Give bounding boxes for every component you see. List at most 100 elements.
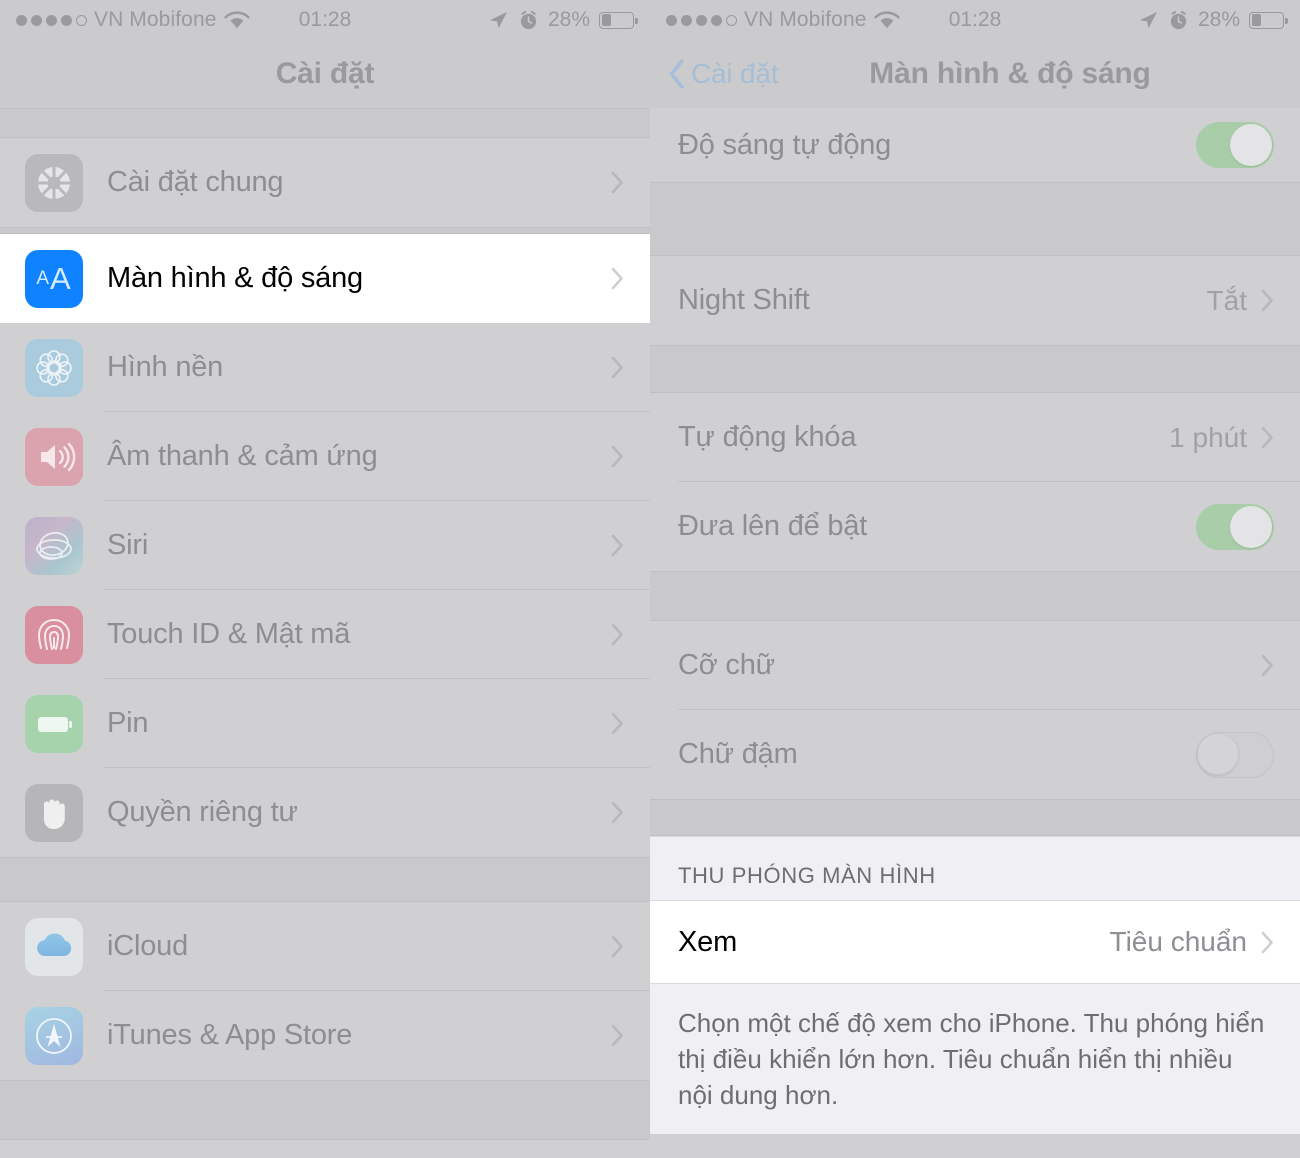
sidebar-item-quyen-rieng-tu[interactable]: Quyền riêng tư (0, 768, 650, 857)
chevron-right-icon (611, 623, 623, 646)
section-header-display-zoom: THU PHÓNG MÀN HÌNH (650, 836, 1300, 901)
sidebar-item-pin[interactable]: Pin (0, 679, 650, 768)
carrier-name: VN Mobifone (744, 8, 867, 31)
auto-brightness-toggle[interactable] (1196, 122, 1274, 168)
wifi-icon (223, 10, 250, 28)
night-shift-value: Tắt (1206, 284, 1247, 316)
app-store-icon (25, 1006, 83, 1065)
carrier-name: VN Mobifone (94, 8, 217, 31)
sidebar-item-hinh-nen[interactable]: Hình nền (0, 323, 650, 412)
row-night-shift[interactable]: Night Shift Tắt (650, 256, 1300, 345)
sidebar-item-cai-dat-chung[interactable]: Cài đặt chung (0, 138, 650, 227)
chevron-right-icon (611, 801, 623, 824)
chevron-left-icon (669, 59, 684, 89)
sidebar-item-label: Âm thanh & cảm ứng (107, 440, 378, 472)
status-bar-carrier-group: VN Mobifone (16, 8, 250, 32)
chevron-right-icon (611, 1024, 623, 1047)
status-bar-right-group: 28% (1137, 8, 1288, 32)
settings-list-left: Cài đặt chung AA Màn hình & độ sáng Hình… (0, 108, 650, 1140)
sidebar-item-touch-id-mat-ma[interactable]: Touch ID & Mật mã (0, 590, 650, 679)
row-label: Xem (678, 925, 738, 958)
gear-icon (25, 153, 83, 212)
sidebar-item-itunes-app-store[interactable]: iTunes & App Store (0, 991, 650, 1080)
signal-dot (31, 14, 42, 26)
row-auto-lock[interactable]: Tự động khóa 1 phút (650, 393, 1300, 482)
back-button[interactable]: Cài đặt (650, 58, 779, 90)
list-gap (650, 571, 1300, 621)
list-gap (0, 1080, 650, 1140)
status-bar-left: VN Mobifone 01:28 28% (0, 0, 650, 40)
sidebar-item-icloud[interactable]: iCloud (0, 902, 650, 991)
wifi-icon (873, 10, 900, 28)
raise-to-wake-toggle[interactable] (1196, 503, 1274, 550)
chevron-right-icon (1261, 426, 1273, 449)
cloud-icon (25, 917, 83, 976)
chevron-right-icon (611, 171, 623, 194)
sidebar-item-man-hinh-do-sang[interactable]: AA Màn hình & độ sáng (0, 234, 650, 323)
auto-lock-value: 1 phút (1169, 421, 1247, 453)
chevron-right-icon (1261, 931, 1273, 953)
battery-icon (599, 11, 638, 29)
bold-text-toggle[interactable] (1196, 731, 1274, 778)
row-auto-brightness[interactable]: Độ sáng tự động (650, 108, 1300, 182)
page-title-settings: Cài đặt (275, 57, 375, 90)
row-bold-text[interactable]: Chữ đậm (650, 710, 1300, 799)
location-arrow-icon (489, 12, 507, 28)
status-bar-carrier-group: VN Mobifone (666, 8, 900, 32)
status-bar-right: VN Mobifone 01:28 28% (650, 0, 1300, 40)
chevron-right-icon (611, 356, 623, 379)
fingerprint-icon (25, 605, 83, 664)
row-label: Độ sáng tự động (678, 128, 892, 161)
sidebar-item-label: Touch ID & Mật mã (107, 618, 351, 650)
alarm-clock-icon (520, 10, 537, 29)
list-gap (650, 799, 1300, 836)
location-arrow-icon (1139, 12, 1157, 28)
battery-icon (25, 694, 83, 753)
speaker-icon (25, 427, 83, 486)
battery-percent-label: 28% (547, 8, 590, 31)
display-aa-icon: AA (25, 249, 83, 308)
sidebar-item-label: Cài đặt chung (107, 166, 284, 198)
signal-dot (711, 14, 722, 26)
chevron-right-icon (611, 935, 623, 958)
signal-dot-empty (726, 14, 737, 26)
row-label: Tự động khóa (678, 421, 857, 453)
wallpaper-flower-icon (25, 338, 83, 397)
section-footer-display-zoom: Chọn một chế độ xem cho iPhone. Thu phón… (650, 983, 1300, 1134)
signal-dot (16, 14, 27, 26)
display-zoom-section: THU PHÓNG MÀN HÌNH Xem Tiêu chuẩn Chọn m… (650, 836, 1300, 1134)
sidebar-item-am-thanh-cam-ung[interactable]: Âm thanh & cảm ứng (0, 412, 650, 501)
row-view[interactable]: Xem Tiêu chuẩn (650, 901, 1300, 983)
sidebar-item-label: Pin (107, 707, 149, 739)
signal-dot (696, 14, 707, 26)
list-gap (0, 227, 650, 234)
row-raise-to-wake[interactable]: Đưa lên để bật (650, 482, 1300, 571)
dual-screenshot-container: VN Mobifone 01:28 28% Cài đặt Cài đặt ch… (0, 0, 1300, 1158)
list-gap (0, 857, 650, 902)
chevron-right-icon (611, 712, 623, 735)
sidebar-item-label: iTunes & App Store (107, 1019, 353, 1051)
status-bar-right-group: 28% (487, 8, 638, 32)
hand-icon (25, 783, 83, 842)
chevron-right-icon (1261, 654, 1273, 677)
sidebar-item-label: Quyền riêng tư (107, 796, 298, 828)
settings-list-right: Độ sáng tự động Night Shift Tắt Tự động … (650, 108, 1300, 1134)
row-label: Night Shift (678, 284, 810, 316)
left-nav-bar: Cài đặt (0, 40, 650, 108)
row-text-size[interactable]: Cỡ chữ (650, 621, 1300, 710)
back-button-label: Cài đặt (691, 58, 779, 89)
signal-strength-dots (666, 14, 737, 26)
sidebar-item-label: Màn hình & độ sáng (107, 262, 363, 294)
signal-dot (61, 14, 72, 26)
chevron-right-icon (611, 445, 623, 468)
siri-waveform-icon (25, 516, 83, 575)
chevron-right-icon (611, 267, 623, 290)
battery-percent-label: 28% (1197, 8, 1240, 31)
signal-dot (681, 14, 692, 26)
sidebar-item-label: Siri (107, 529, 149, 561)
left-phone-screen: VN Mobifone 01:28 28% Cài đặt Cài đặt ch… (0, 0, 650, 1158)
right-nav-bar: Cài đặt Màn hình & độ sáng (650, 40, 1300, 108)
sidebar-item-siri[interactable]: Siri (0, 501, 650, 590)
sidebar-item-label: Hình nền (107, 351, 224, 383)
signal-dot (46, 14, 57, 26)
